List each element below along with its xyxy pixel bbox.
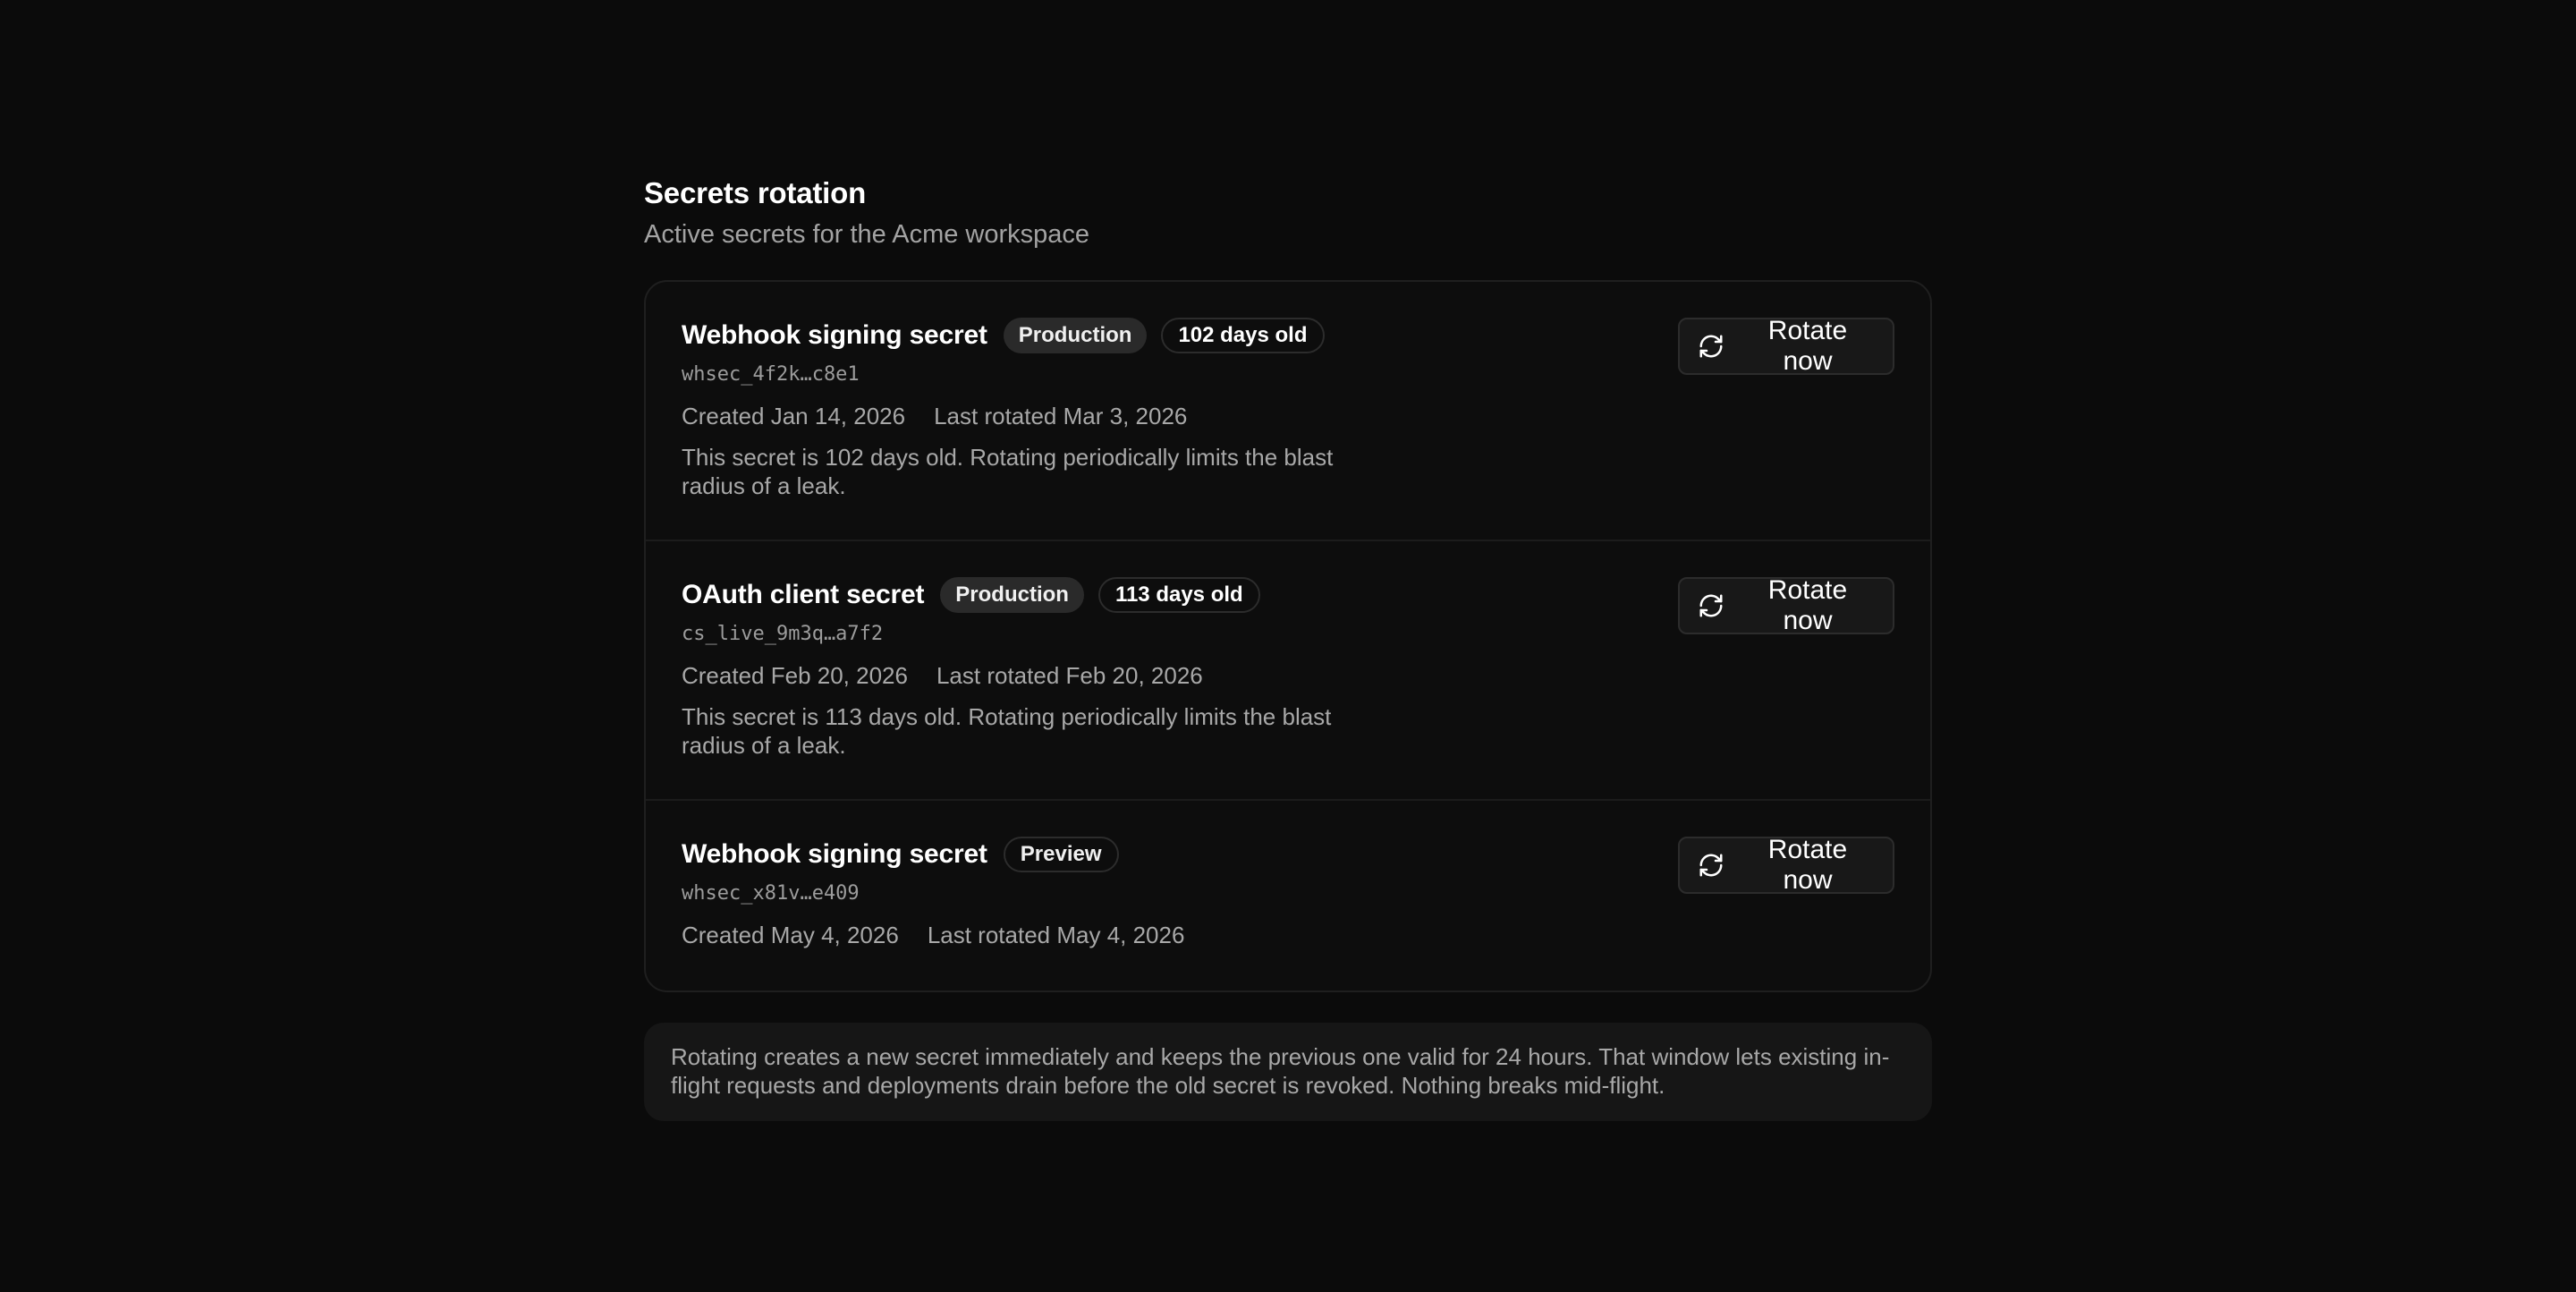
age-badge: 113 days old bbox=[1097, 577, 1260, 613]
page-title: Secrets rotation bbox=[644, 176, 867, 209]
refresh-icon bbox=[1699, 594, 1723, 617]
age-warning-note: This secret is 113 days old. Rotating pe… bbox=[682, 703, 1332, 759]
rotate-now-button[interactable]: Rotate now bbox=[1678, 575, 1894, 635]
age-badge: 102 days old bbox=[1161, 318, 1325, 353]
page-subtitle: Active secrets for the Acme workspace bbox=[644, 220, 1090, 249]
rotation-info-box: Rotating creates a new secret immediatel… bbox=[644, 1023, 1932, 1121]
age-warning-note: This secret is 102 days old. Rotating pe… bbox=[682, 444, 1334, 499]
rotate-now-button[interactable]: Rotate now bbox=[1678, 835, 1894, 895]
secret-row: Webhook signing secret Production 102 da… bbox=[646, 282, 1930, 541]
environment-badge: Preview bbox=[1003, 837, 1119, 872]
environment-badge: Production bbox=[1003, 318, 1148, 353]
secrets-list: Webhook signing secret Production 102 da… bbox=[644, 280, 1932, 992]
secret-meta: Created May 4, 2026 Last rotated May 4, … bbox=[682, 919, 1894, 951]
secret-row: OAuth client secret Production 113 days … bbox=[646, 541, 1930, 801]
created-date: Created Feb 20, 2026 bbox=[682, 662, 908, 689]
last-rotated-date: Last rotated Mar 3, 2026 bbox=[934, 403, 1188, 429]
last-rotated-date: Last rotated Feb 20, 2026 bbox=[936, 662, 1203, 689]
secret-name: Webhook signing secret bbox=[682, 320, 987, 350]
secret-meta: Created Jan 14, 2026 Last rotated Mar 3,… bbox=[682, 400, 1894, 432]
rotate-now-button[interactable]: Rotate now bbox=[1678, 316, 1894, 376]
rotate-now-label: Rotate now bbox=[1767, 835, 1848, 895]
environment-badge: Production bbox=[940, 577, 1084, 613]
last-rotated-date: Last rotated May 4, 2026 bbox=[927, 922, 1185, 948]
rotate-now-label: Rotate now bbox=[1767, 575, 1848, 635]
refresh-icon bbox=[1699, 854, 1723, 877]
rotate-now-label: Rotate now bbox=[1767, 316, 1848, 376]
created-date: Created Jan 14, 2026 bbox=[682, 403, 906, 429]
secret-row: Webhook signing secret Preview whsec_x81… bbox=[646, 801, 1930, 990]
secrets-rotation-panel: Secrets rotation Active secrets for the … bbox=[644, 175, 1932, 1121]
refresh-icon bbox=[1699, 335, 1723, 358]
created-date: Created May 4, 2026 bbox=[682, 922, 899, 948]
rotation-info-text: Rotating creates a new secret immediatel… bbox=[671, 1043, 1890, 1099]
secret-meta: Created Feb 20, 2026 Last rotated Feb 20… bbox=[682, 659, 1894, 692]
secret-name: Webhook signing secret bbox=[682, 839, 987, 869]
secret-name: OAuth client secret bbox=[682, 580, 925, 609]
